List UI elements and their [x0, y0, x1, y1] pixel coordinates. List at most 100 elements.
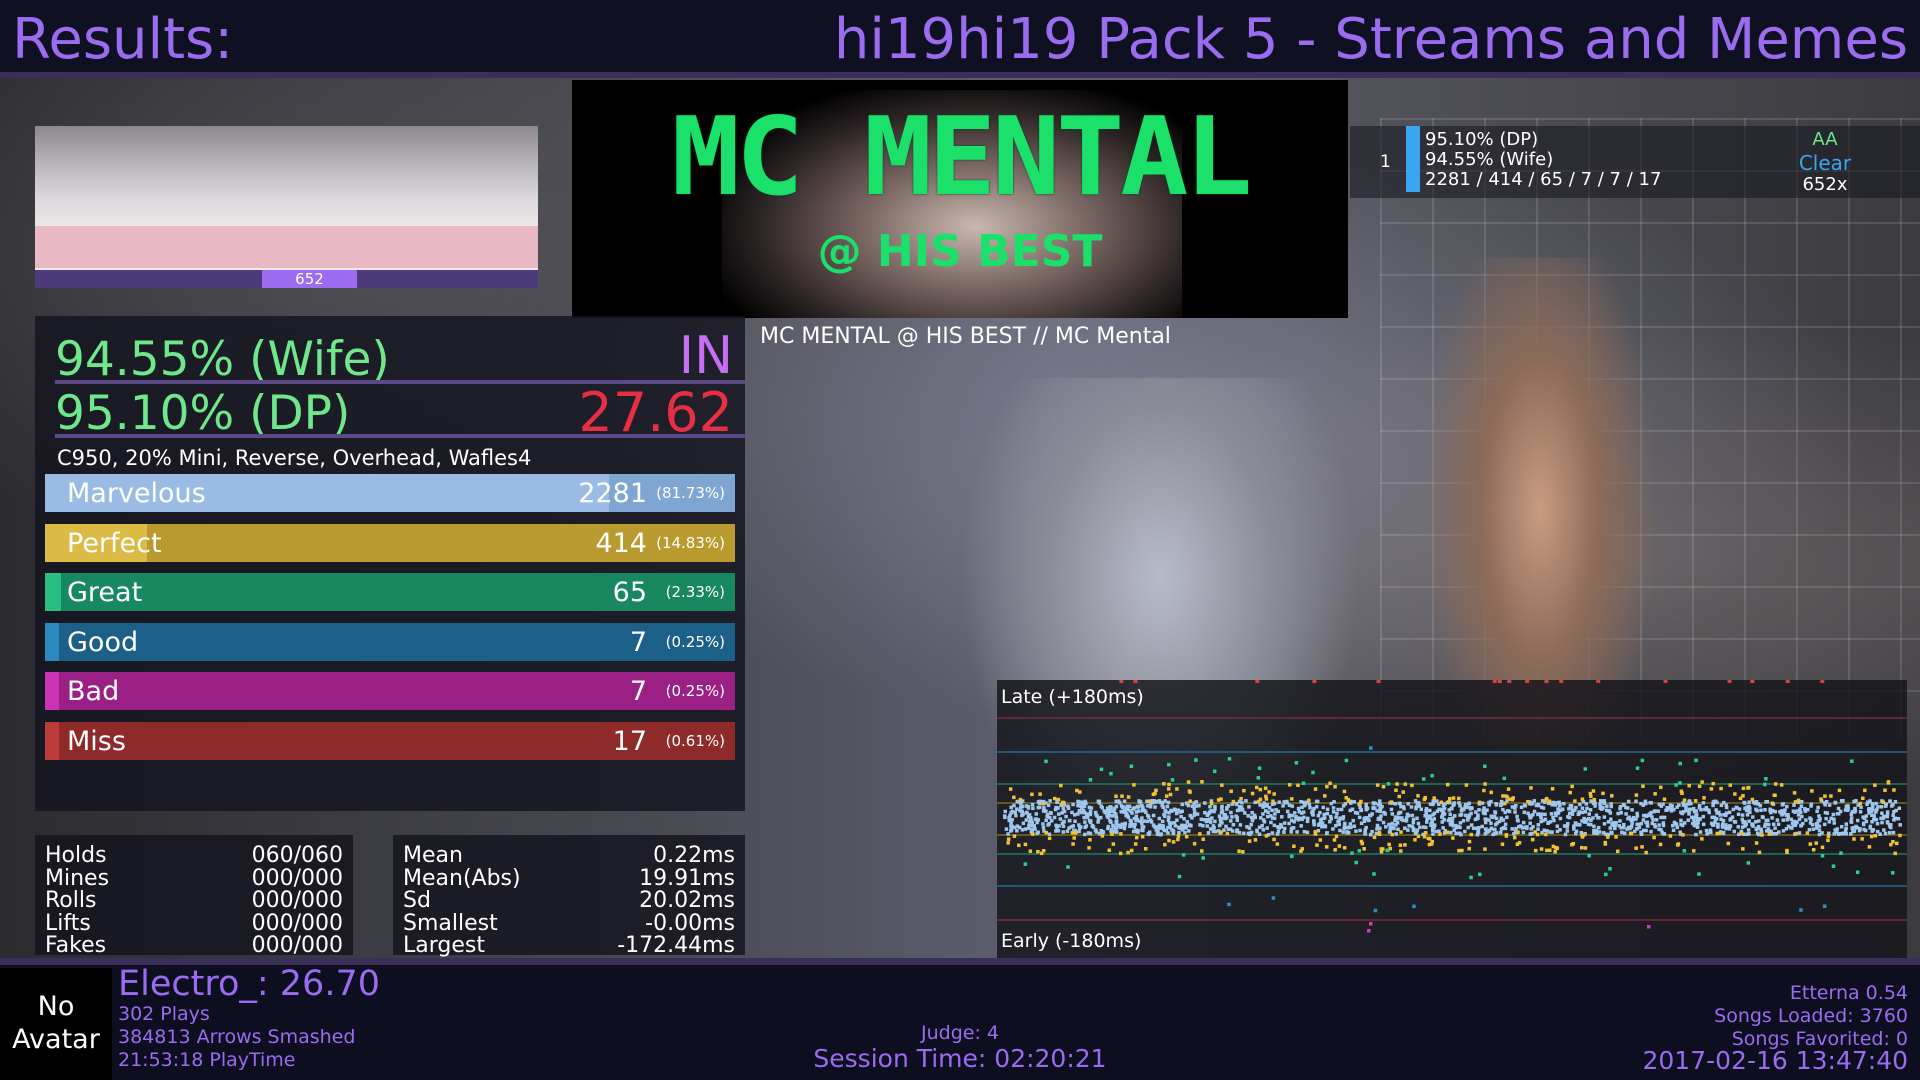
offset-point: [1090, 824, 1094, 828]
offset-point: [1549, 812, 1554, 816]
offset-point: [1454, 831, 1458, 836]
offset-point: [1457, 796, 1461, 801]
offset-point: [1601, 791, 1605, 796]
offset-point: [1716, 825, 1720, 829]
offset-point: [1071, 802, 1075, 807]
offset-point: [1189, 824, 1193, 828]
offset-point: [1046, 823, 1050, 827]
offset-point: [1412, 904, 1416, 909]
offset-point: [1555, 829, 1560, 834]
offset-point: [1892, 809, 1896, 814]
offset-point: [1140, 816, 1144, 820]
offset-point: [1705, 832, 1709, 836]
offset-point: [1659, 828, 1663, 832]
offset-point: [1205, 818, 1209, 822]
offset-point: [1773, 826, 1777, 830]
offset-point: [1602, 815, 1607, 819]
offset-point: [1541, 806, 1546, 810]
offset-point: [1133, 842, 1138, 846]
highscore-entry[interactable]: 1 95.10% (DP) 94.55% (Wife) 2281 / 414 /…: [1350, 126, 1920, 198]
offset-point: [1592, 824, 1596, 829]
offset-point: [1483, 847, 1487, 851]
offset-point: [1302, 829, 1307, 834]
offset-point: [1424, 820, 1429, 824]
profile-name-rating: Electro_: 26.70: [118, 964, 380, 1004]
offset-point: [1451, 796, 1456, 800]
offset-point: [1519, 805, 1524, 810]
offset-point: [1696, 820, 1700, 825]
offset-point: [1325, 831, 1329, 835]
offset-point: [1373, 908, 1378, 913]
offset-point: [1789, 817, 1793, 822]
offset-point: [1070, 831, 1075, 835]
offset-point: [1485, 808, 1489, 812]
offset-point: [1423, 825, 1428, 830]
offset-point: [1429, 822, 1433, 826]
offset-point: [1152, 824, 1157, 829]
offset-point: [1610, 822, 1614, 827]
offset-point: [1687, 807, 1692, 812]
offset-point: [1671, 828, 1676, 833]
offset-point: [1883, 831, 1888, 836]
offset-point: [1692, 809, 1697, 814]
offset-point: [1388, 826, 1393, 831]
offset-point: [1709, 821, 1714, 826]
offset-point: [1073, 831, 1078, 835]
offset-point: [1206, 831, 1211, 835]
offset-point: [1588, 791, 1593, 796]
offset-point: [1477, 800, 1482, 805]
offset-point: [1580, 806, 1585, 810]
offset-point: [1885, 813, 1890, 817]
offset-point: [1464, 783, 1469, 787]
offset-point: [1296, 783, 1300, 788]
offset-point: [1445, 830, 1450, 835]
offset-point: [1071, 824, 1076, 828]
offset-point: [1875, 829, 1880, 834]
offset-point: [1352, 800, 1356, 804]
offset-point: [1368, 832, 1373, 837]
offset-point: [1746, 828, 1751, 832]
offset-point: [1305, 819, 1310, 824]
stat-value: -172.44ms: [617, 933, 735, 958]
offset-point: [1799, 800, 1804, 804]
offset-point: [1333, 848, 1337, 852]
offset-point: [1048, 810, 1053, 815]
offset-point: [1239, 796, 1243, 801]
offset-point: [1440, 815, 1444, 819]
offset-point: [1827, 803, 1832, 807]
offset-point: [1657, 823, 1661, 827]
offset-point: [1338, 828, 1342, 833]
offset-point: [1024, 811, 1029, 815]
offset-point: [1879, 805, 1884, 809]
offset-point: [1647, 925, 1651, 929]
offset-point: [1893, 851, 1897, 856]
offset-point: [1300, 847, 1305, 851]
offset-point: [1669, 809, 1674, 813]
offset-point: [1811, 847, 1816, 852]
offset-point: [1476, 816, 1480, 820]
offset-point: [1746, 861, 1751, 865]
offset-point: [1807, 827, 1812, 832]
offset-point: [1500, 842, 1505, 846]
offset-point: [1469, 875, 1473, 880]
offset-point: [1674, 821, 1678, 826]
offset-point: [1206, 812, 1211, 816]
offset-point: [1328, 819, 1332, 824]
offset-point: [1209, 801, 1214, 806]
offset-point: [1181, 853, 1186, 857]
offset-point: [1839, 824, 1844, 829]
offset-point: [1177, 874, 1182, 879]
offset-point: [1135, 835, 1139, 840]
offset-point: [1187, 789, 1192, 793]
offset-point: [1285, 809, 1290, 814]
offset-point: [1483, 820, 1488, 825]
offset-point: [1357, 815, 1362, 820]
offset-point: [1153, 791, 1157, 796]
offset-point: [1522, 825, 1526, 830]
offset-point: [1386, 782, 1391, 786]
offset-point: [1704, 828, 1709, 833]
offset-point: [1315, 799, 1320, 804]
miss-marker: [1727, 680, 1732, 683]
offset-point: [1680, 791, 1684, 796]
offset-point: [1805, 831, 1810, 835]
